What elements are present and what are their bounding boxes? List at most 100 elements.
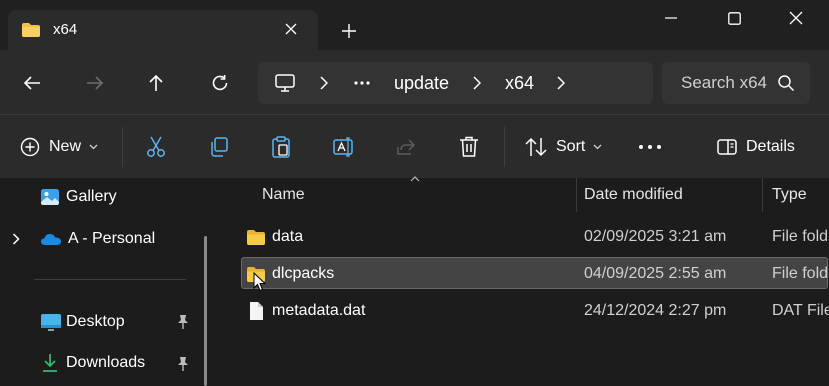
divider [122, 127, 123, 167]
more-path-button[interactable] [354, 62, 370, 104]
file-name: dlcpacks [272, 265, 335, 282]
sidebar-item-label: A - Personal [68, 230, 156, 247]
mouse-cursor-icon [253, 272, 267, 292]
file-name: data [272, 228, 304, 245]
column-header-name[interactable]: Name [262, 186, 305, 204]
tab-close-button[interactable] [280, 18, 302, 40]
navigation-bar: update x64 [0, 50, 829, 114]
sort-icon [525, 137, 547, 157]
sidebar-item-downloads[interactable]: Downloads [40, 347, 145, 379]
file-date: 04/09/2025 2:55 am [584, 265, 727, 282]
new-button[interactable]: New [20, 131, 98, 163]
file-type: DAT File [772, 302, 829, 319]
details-button[interactable]: Details [717, 131, 795, 163]
share-button[interactable] [396, 131, 416, 163]
refresh-icon [212, 75, 228, 91]
sidebar-item-gallery[interactable]: Gallery [40, 181, 117, 213]
column-header-date[interactable]: Date modified [584, 186, 683, 204]
chevron-down-icon [89, 144, 98, 150]
rename-icon [333, 137, 353, 157]
file-name: metadata.dat [272, 302, 366, 319]
gallery-icon [41, 189, 59, 205]
column-header-type[interactable]: Type [772, 186, 807, 204]
pin-icon[interactable] [176, 356, 190, 372]
file-type: File fold [772, 228, 829, 245]
close-icon [789, 11, 803, 25]
cloud-icon [41, 234, 61, 245]
clipboard-icon [272, 136, 290, 158]
tab-x64[interactable]: x64 [8, 10, 318, 50]
arrow-right-icon [87, 76, 104, 90]
table-row[interactable]: data 02/09/2025 3:21 am File fold [242, 221, 829, 253]
sidebar-item-onedrive[interactable]: A - Personal [12, 223, 155, 255]
sidebar-item-label: Gallery [66, 188, 117, 205]
column-divider[interactable] [576, 178, 577, 212]
search-box[interactable] [662, 62, 810, 104]
arrow-left-icon [23, 76, 40, 90]
title-bar: x64 [0, 0, 829, 50]
plus-icon [342, 24, 356, 38]
chevron-right-icon[interactable] [473, 62, 481, 104]
file-icon [250, 302, 263, 320]
column-header-row: Name Date modified Type [220, 176, 829, 212]
close-window-button[interactable] [765, 0, 827, 36]
maximize-icon [727, 11, 741, 25]
chevron-right-icon[interactable] [12, 233, 20, 245]
search-icon [778, 75, 795, 92]
breadcrumb-update[interactable]: update [394, 62, 449, 104]
chevron-right-icon[interactable] [320, 62, 328, 104]
monitor-icon [275, 74, 295, 92]
sidebar-item-label: Desktop [66, 313, 125, 330]
file-list: Name Date modified Type data 02/09/2025 … [220, 176, 829, 386]
paste-button[interactable] [271, 131, 291, 163]
search-input[interactable] [681, 71, 773, 95]
details-pane-icon [717, 139, 737, 155]
file-date: 02/09/2025 3:21 am [584, 228, 727, 245]
tab-title: x64 [53, 21, 78, 38]
address-bar[interactable]: update x64 [258, 62, 653, 104]
column-divider[interactable] [762, 178, 763, 212]
cut-button[interactable] [146, 131, 166, 163]
rename-button[interactable] [333, 131, 355, 163]
arrow-up-icon [149, 74, 163, 91]
more-options-button[interactable] [639, 131, 661, 163]
breadcrumb-x64[interactable]: x64 [505, 62, 534, 104]
copy-button[interactable] [209, 131, 229, 163]
maximize-button[interactable] [703, 0, 765, 36]
refresh-button[interactable] [205, 68, 235, 98]
back-button[interactable] [17, 68, 47, 98]
file-date: 24/12/2024 2:27 pm [584, 302, 727, 319]
share-icon [397, 139, 416, 155]
divider [34, 279, 186, 280]
file-type: File fold [772, 265, 829, 282]
sidebar-item-label: Downloads [66, 354, 146, 371]
delete-button[interactable] [459, 131, 479, 163]
table-row-selected[interactable]: dlcpacks 04/09/2025 2:55 am File fold [241, 257, 828, 289]
ellipsis-icon [639, 145, 661, 149]
divider [504, 127, 505, 167]
table-row[interactable]: metadata.dat 24/12/2024 2:27 pm DAT File [242, 295, 829, 327]
sidebar-item-desktop[interactable]: Desktop [40, 306, 125, 338]
navigation-pane: Gallery A - Personal Desktop Downloads [0, 178, 220, 386]
close-icon [285, 23, 297, 35]
up-button[interactable] [141, 68, 171, 98]
this-pc-button[interactable] [275, 62, 295, 104]
sort-label: Sort [556, 138, 586, 155]
forward-button[interactable] [80, 68, 110, 98]
command-bar: New Sort Details [0, 114, 829, 178]
sidebar-scrollbar[interactable] [204, 236, 207, 386]
pin-icon[interactable] [176, 314, 190, 330]
minimize-icon [665, 17, 677, 19]
sort-button[interactable]: Sort [525, 131, 602, 163]
copy-icon [211, 137, 228, 157]
chevron-down-icon [593, 144, 602, 150]
folder-icon [22, 23, 40, 37]
chevron-right-icon[interactable] [557, 62, 565, 104]
minimize-button[interactable] [640, 0, 702, 36]
trash-icon [460, 136, 478, 157]
folder-icon [247, 230, 265, 245]
new-tab-button[interactable] [336, 18, 362, 44]
new-label: New [49, 138, 82, 155]
download-icon [43, 354, 57, 372]
sort-ascending-icon [410, 176, 420, 182]
